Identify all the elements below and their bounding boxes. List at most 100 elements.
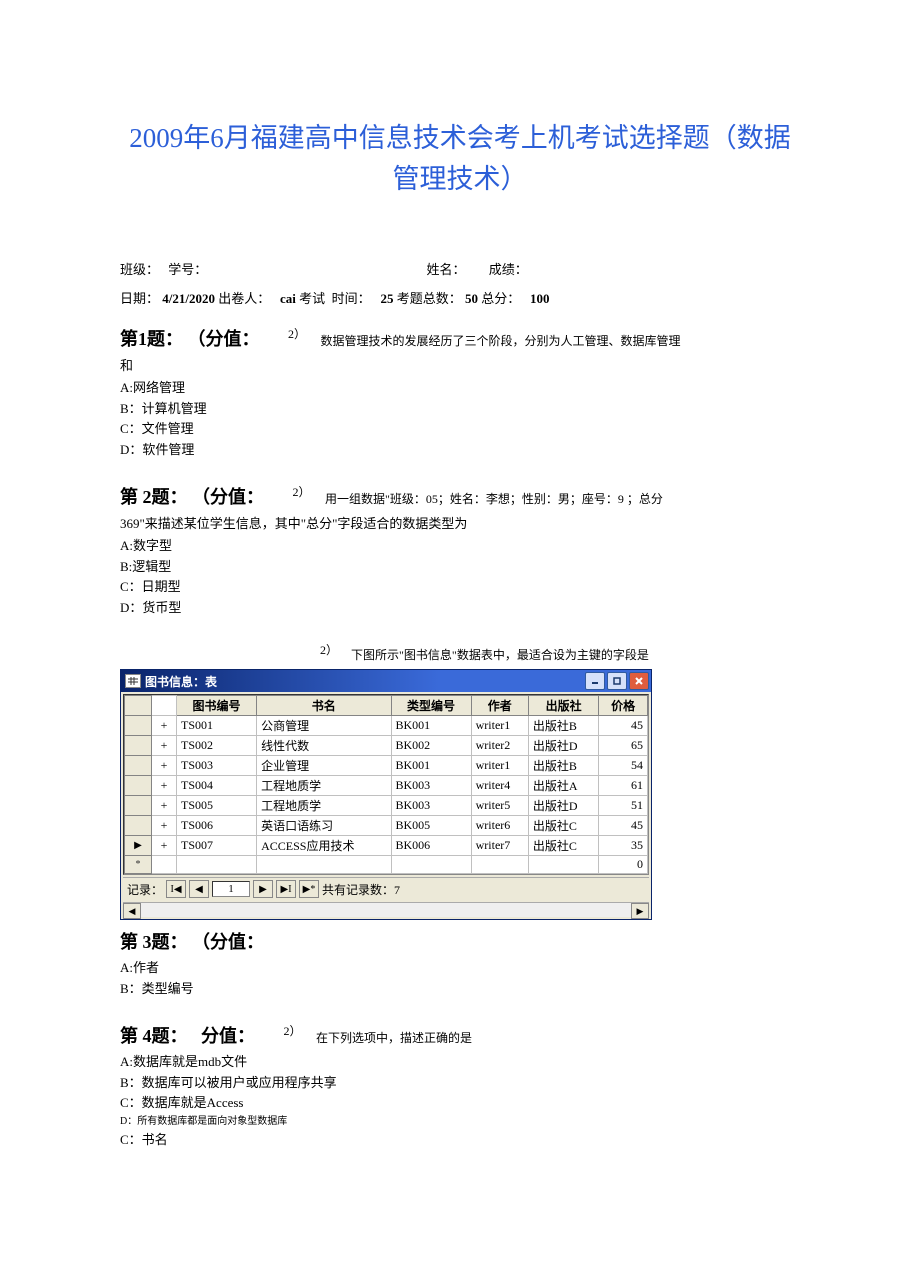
date-label: 日期： <box>120 291 159 306</box>
cell-price[interactable]: 0 <box>599 856 648 874</box>
cell-type[interactable]: BK001 <box>391 756 471 776</box>
cell-price[interactable]: 54 <box>599 756 648 776</box>
table-row[interactable]: +TS001公商管理BK001writer1出版社B45 <box>125 716 648 736</box>
cell-name[interactable]: 英语口语练习 <box>257 816 391 836</box>
cell-name[interactable]: 企业管理 <box>257 756 391 776</box>
q1-header: 第1题： （分值： 2） 数据管理技术的发展经历了三个阶段，分别为人工管理、数据… <box>120 325 800 351</box>
col-publisher[interactable]: 出版社 <box>528 696 598 716</box>
cell-price[interactable]: 45 <box>599 716 648 736</box>
row-selector[interactable] <box>125 816 152 836</box>
empty-cell[interactable] <box>528 856 598 874</box>
cell-type[interactable]: BK005 <box>391 816 471 836</box>
expand-toggle[interactable]: + <box>152 776 177 796</box>
scroll-left-icon[interactable]: ◀ <box>123 903 141 919</box>
cell-name[interactable]: 线性代数 <box>257 736 391 756</box>
cell-author[interactable]: writer1 <box>471 756 528 776</box>
cell-price[interactable]: 65 <box>599 736 648 756</box>
row-selector[interactable]: ▶ <box>125 836 152 856</box>
close-button[interactable] <box>629 672 649 690</box>
cell-id[interactable]: TS003 <box>177 756 257 776</box>
expand-toggle[interactable]: + <box>152 796 177 816</box>
cell-price[interactable]: 45 <box>599 816 648 836</box>
cell-price[interactable]: 51 <box>599 796 648 816</box>
expand-toggle[interactable]: + <box>152 756 177 776</box>
cell-price[interactable]: 61 <box>599 776 648 796</box>
cell-pub[interactable]: 出版社B <box>528 716 598 736</box>
q2-option-d: D：货币型 <box>120 598 800 618</box>
col-book-id[interactable]: 图书编号 <box>177 696 257 716</box>
q4-text: 在下列选项中，描述正确的是 <box>316 1031 472 1045</box>
cell-name[interactable]: 公商管理 <box>257 716 391 736</box>
cell-id[interactable]: TS002 <box>177 736 257 756</box>
cell-type[interactable]: BK003 <box>391 776 471 796</box>
expand-toggle[interactable]: + <box>152 836 177 856</box>
cell-pub[interactable]: 出版社C <box>528 836 598 856</box>
cell-author[interactable]: writer2 <box>471 736 528 756</box>
scroll-track[interactable] <box>141 903 631 917</box>
cell-type[interactable]: BK003 <box>391 796 471 816</box>
cell-pub[interactable]: 出版社D <box>528 796 598 816</box>
empty-cell[interactable] <box>257 856 391 874</box>
col-price[interactable]: 价格 <box>599 696 648 716</box>
new-row[interactable]: *0 <box>125 856 648 874</box>
table-row[interactable]: ▶+TS007ACCESS应用技术BK006writer7出版社C35 <box>125 836 648 856</box>
student-info-line: 班级： 学号： 姓名： 成绩： <box>120 259 800 278</box>
cell-author[interactable]: writer5 <box>471 796 528 816</box>
q3-options: A:作者 B：类型编号 <box>120 958 800 998</box>
maximize-button[interactable] <box>607 672 627 690</box>
cell-author[interactable]: writer4 <box>471 776 528 796</box>
q4-option-b: B：数据库可以被用户或应用程序共享 <box>120 1073 800 1093</box>
expand-toggle[interactable] <box>152 856 177 874</box>
cell-id[interactable]: TS005 <box>177 796 257 816</box>
cell-pub[interactable]: 出版社D <box>528 736 598 756</box>
cell-pub[interactable]: 出版社C <box>528 816 598 836</box>
cell-name[interactable]: 工程地质学 <box>257 776 391 796</box>
col-book-name[interactable]: 书名 <box>257 696 391 716</box>
nav-last-button[interactable]: ▶I <box>276 880 296 898</box>
cell-id[interactable]: TS007 <box>177 836 257 856</box>
empty-cell[interactable] <box>391 856 471 874</box>
cell-name[interactable]: 工程地质学 <box>257 796 391 816</box>
question-1: 第1题： （分值： 2） 数据管理技术的发展经历了三个阶段，分别为人工管理、数据… <box>120 325 800 459</box>
table-row[interactable]: +TS005工程地质学BK003writer5出版社D51 <box>125 796 648 816</box>
table-row[interactable]: +TS002线性代数BK002writer2出版社D65 <box>125 736 648 756</box>
expand-toggle[interactable]: + <box>152 816 177 836</box>
cell-type[interactable]: BK002 <box>391 736 471 756</box>
row-selector[interactable] <box>125 776 152 796</box>
col-type-code[interactable]: 类型编号 <box>391 696 471 716</box>
cell-price[interactable]: 35 <box>599 836 648 856</box>
horizontal-scrollbar[interactable]: ◀ ▶ <box>123 902 649 917</box>
cell-id[interactable]: TS006 <box>177 816 257 836</box>
nav-current-record[interactable]: 1 <box>212 881 250 897</box>
nav-next-button[interactable]: ▶ <box>253 880 273 898</box>
cell-author[interactable]: writer1 <box>471 716 528 736</box>
empty-cell[interactable] <box>471 856 528 874</box>
cell-name[interactable]: ACCESS应用技术 <box>257 836 391 856</box>
cell-type[interactable]: BK001 <box>391 716 471 736</box>
cell-pub[interactable]: 出版社A <box>528 776 598 796</box>
cell-id[interactable]: TS004 <box>177 776 257 796</box>
table-row[interactable]: +TS006英语口语练习BK005writer6出版社C45 <box>125 816 648 836</box>
row-selector[interactable] <box>125 716 152 736</box>
expand-toggle[interactable]: + <box>152 716 177 736</box>
new-row-marker[interactable]: * <box>125 856 152 874</box>
expand-toggle[interactable]: + <box>152 736 177 756</box>
minimize-button[interactable] <box>585 672 605 690</box>
table-row[interactable]: +TS004工程地质学BK003writer4出版社A61 <box>125 776 648 796</box>
cell-pub[interactable]: 出版社B <box>528 756 598 776</box>
row-selector[interactable] <box>125 756 152 776</box>
nav-first-button[interactable]: I◀ <box>166 880 186 898</box>
cell-author[interactable]: writer6 <box>471 816 528 836</box>
nav-new-button[interactable]: ▶* <box>299 880 319 898</box>
table-icon <box>125 674 141 688</box>
cell-id[interactable]: TS001 <box>177 716 257 736</box>
col-author[interactable]: 作者 <box>471 696 528 716</box>
nav-prev-button[interactable]: ◀ <box>189 880 209 898</box>
empty-cell[interactable] <box>177 856 257 874</box>
table-row[interactable]: +TS003企业管理BK001writer1出版社B54 <box>125 756 648 776</box>
row-selector[interactable] <box>125 796 152 816</box>
scroll-right-icon[interactable]: ▶ <box>631 903 649 919</box>
cell-author[interactable]: writer7 <box>471 836 528 856</box>
row-selector[interactable] <box>125 736 152 756</box>
cell-type[interactable]: BK006 <box>391 836 471 856</box>
